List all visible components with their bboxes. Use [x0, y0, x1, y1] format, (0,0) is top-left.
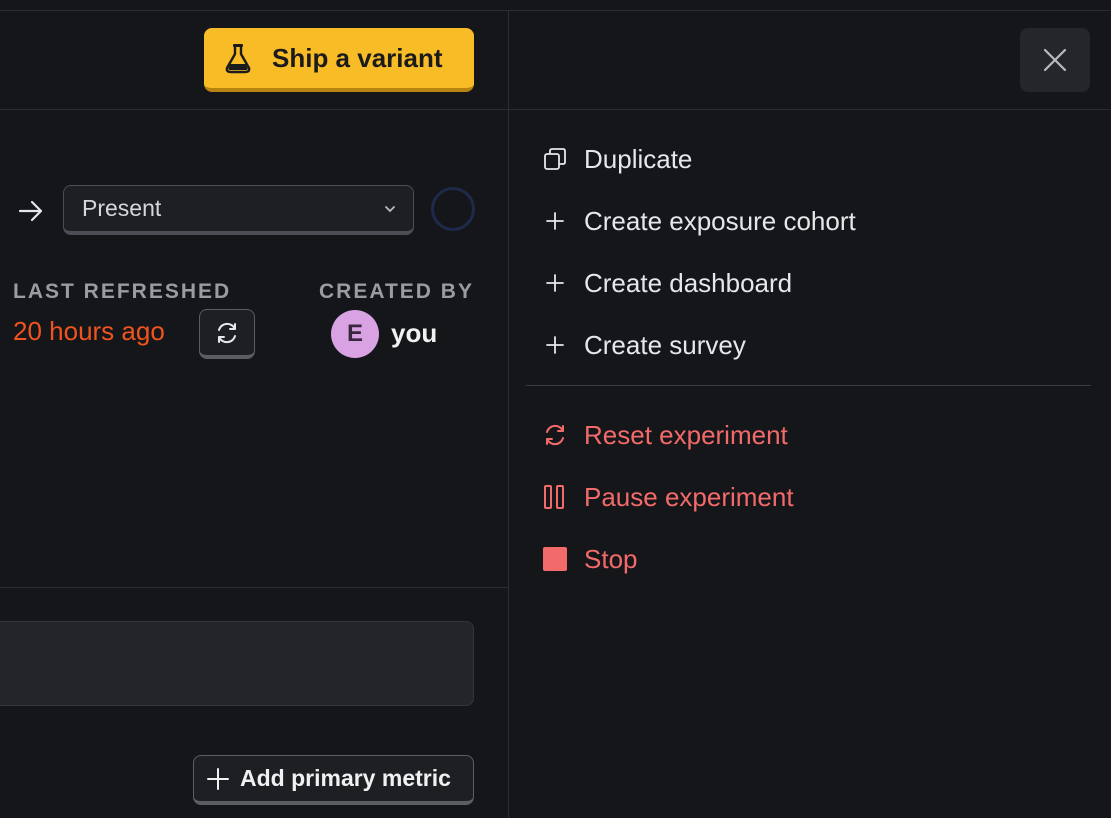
- experiment-actions-menu: Duplicate Create exposure cohort Create …: [526, 128, 1091, 590]
- loading-spinner: [431, 187, 475, 231]
- close-icon: [1043, 48, 1067, 72]
- menu-item-label: Create survey: [584, 329, 746, 360]
- last-refreshed-label: LAST REFRESHED: [13, 280, 232, 303]
- refresh-button[interactable]: [199, 309, 255, 359]
- date-range-value: Present: [82, 195, 162, 221]
- menu-item-create-dashboard[interactable]: Create dashboard: [526, 252, 1091, 314]
- menu-item-stop[interactable]: Stop: [526, 528, 1091, 590]
- arrow-right-icon: [18, 200, 43, 222]
- menu-item-create-exposure-cohort[interactable]: Create exposure cohort: [526, 190, 1091, 252]
- menu-item-label: Create exposure cohort: [584, 205, 856, 236]
- flask-icon: [225, 44, 251, 74]
- menu-item-label: Duplicate: [584, 143, 693, 174]
- close-button[interactable]: [1020, 28, 1090, 92]
- avatar: E: [331, 310, 379, 358]
- metric-placeholder-box: [0, 621, 474, 706]
- chevron-down-icon: [385, 205, 395, 212]
- last-refreshed-value: 20 hours ago: [13, 316, 165, 346]
- menu-item-duplicate[interactable]: Duplicate: [526, 128, 1091, 190]
- top-border: [0, 10, 1111, 11]
- panel-divider: [508, 10, 509, 818]
- stop-icon: [542, 546, 568, 572]
- plus-icon: [207, 767, 229, 790]
- created-by-label: CREATED BY: [319, 280, 474, 303]
- pause-icon: [542, 484, 568, 510]
- ship-variant-label: Ship a variant: [272, 42, 443, 73]
- menu-item-label: Create dashboard: [584, 267, 793, 298]
- menu-item-pause-experiment[interactable]: Pause experiment: [526, 466, 1091, 528]
- menu-item-label: Reset experiment: [584, 419, 788, 450]
- refresh-icon: [218, 322, 236, 343]
- add-primary-metric-button[interactable]: Add primary metric: [193, 755, 474, 805]
- menu-item-reset-experiment[interactable]: Reset experiment: [526, 404, 1091, 466]
- created-by-name: you: [391, 318, 438, 348]
- plus-icon: [542, 208, 568, 234]
- menu-item-label: Stop: [584, 543, 638, 574]
- menu-item-label: Pause experiment: [584, 481, 794, 512]
- ship-variant-button[interactable]: Ship a variant: [204, 28, 474, 92]
- duplicate-icon: [542, 146, 568, 172]
- menu-item-create-survey[interactable]: Create survey: [526, 314, 1091, 376]
- header-divider: [0, 109, 1111, 110]
- add-primary-metric-label: Add primary metric: [240, 765, 451, 791]
- section-divider: [0, 587, 508, 588]
- plus-icon: [542, 332, 568, 358]
- date-range-select[interactable]: Present: [63, 185, 414, 235]
- reset-icon: [542, 422, 568, 448]
- plus-icon: [542, 270, 568, 296]
- menu-separator: [526, 385, 1091, 386]
